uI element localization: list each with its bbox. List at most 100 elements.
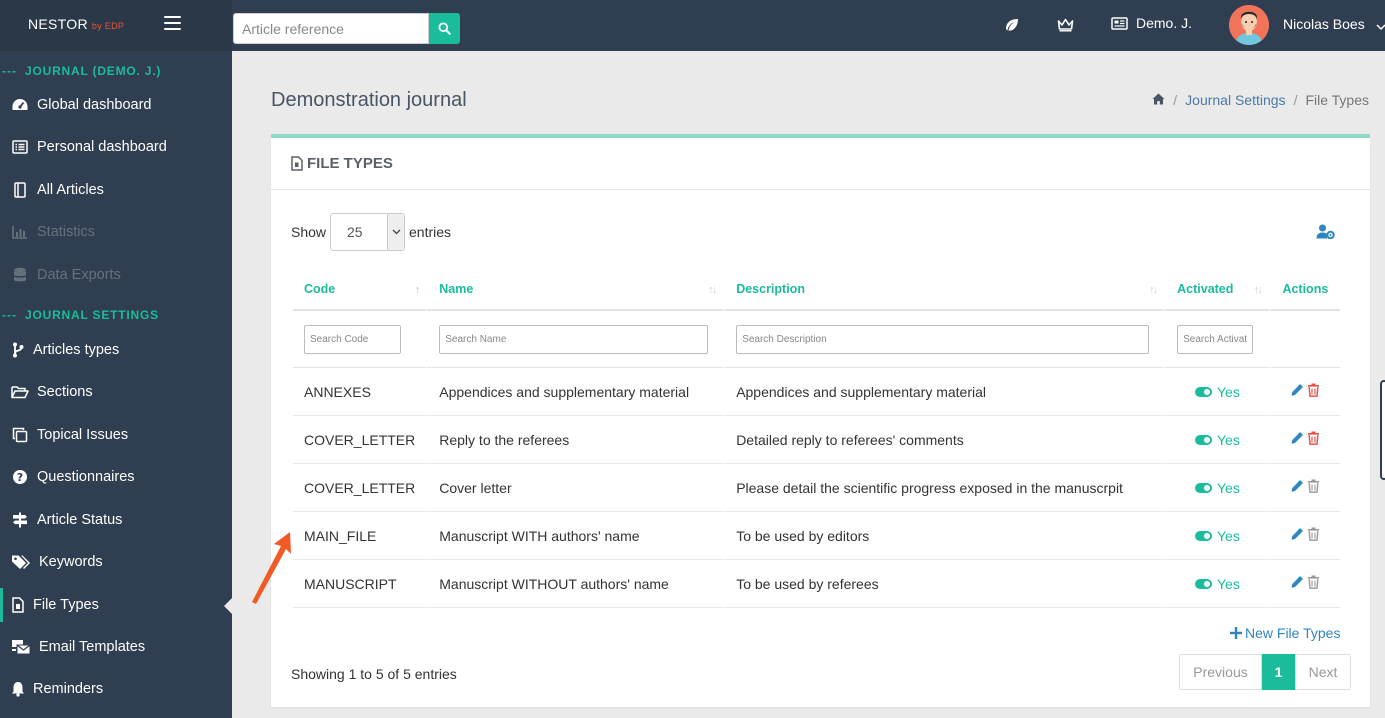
crown-icon[interactable] — [1055, 15, 1075, 35]
bell-icon — [11, 680, 25, 698]
toggle-on-icon — [1195, 482, 1212, 493]
sidebar-item-topical-issues[interactable]: Topical Issues — [0, 418, 232, 452]
sidebar-item-keywords[interactable]: Keywords — [0, 545, 232, 579]
cell-activated: Yes — [1164, 416, 1269, 464]
brand[interactable]: NESTOR by EDP — [0, 0, 232, 51]
cell-actions — [1268, 368, 1340, 416]
activated-toggle[interactable]: Yes — [1195, 576, 1240, 592]
sidebar-heading-journal: --- JOURNAL (DEMO. J.) — [2, 64, 162, 78]
sidebar-item-article-status[interactable]: Article Status — [0, 503, 232, 537]
activated-toggle[interactable]: Yes — [1195, 384, 1240, 400]
search-button[interactable] — [429, 13, 460, 44]
delete-disabled-icon — [1308, 575, 1320, 589]
search-code-input[interactable] — [304, 324, 401, 354]
page-1-button[interactable]: 1 — [1262, 654, 1295, 690]
toggle-on-icon — [1195, 386, 1212, 397]
tags-icon — [11, 553, 31, 571]
menu-toggle-icon[interactable] — [164, 16, 181, 30]
gauge-icon — [11, 96, 29, 114]
annotation-arrow-icon — [250, 530, 294, 609]
edit-icon[interactable] — [1290, 383, 1304, 397]
user-name[interactable]: Nicolas Boes — [1283, 16, 1365, 32]
sidebar-item-reminders[interactable]: Reminders — [0, 672, 232, 706]
edit-icon[interactable] — [1290, 479, 1304, 493]
sidebar-item-label: Data Exports — [37, 267, 121, 283]
copy-icon — [11, 426, 29, 444]
brand-name: NESTOR — [28, 16, 88, 32]
cell-actions — [1268, 464, 1340, 512]
table-row: MANUSCRIPT Manuscript WITHOUT authors' n… — [293, 560, 1340, 608]
table-row: COVER_LETTER Reply to the referees Detai… — [293, 416, 1340, 464]
breadcrumb-journal-settings[interactable]: Journal Settings — [1185, 92, 1285, 108]
show-label: Show — [291, 224, 327, 240]
sidebar: --- JOURNAL (DEMO. J.) Global dashboard P… — [0, 51, 232, 718]
question-circle-icon: ? — [11, 468, 29, 486]
column-header-code[interactable]: Code ↑ — [293, 269, 427, 311]
avatar[interactable] — [1229, 5, 1269, 45]
activated-toggle[interactable]: Yes — [1195, 480, 1240, 496]
sidebar-item-personal-dashboard[interactable]: Personal dashboard — [0, 130, 232, 164]
mail-bulk-icon — [11, 638, 31, 656]
sidebar-item-file-types[interactable]: File Types — [0, 588, 232, 622]
scroll-handle[interactable] — [1380, 380, 1385, 480]
sidebar-item-label: Global dashboard — [37, 97, 152, 113]
cell-name: Reply to the referees — [426, 416, 724, 464]
cell-code: MAIN_FILE — [293, 512, 427, 560]
sidebar-item-sections[interactable]: Sections — [0, 375, 232, 409]
user-cog-icon[interactable] — [1316, 224, 1335, 242]
top-bar: NESTORby EDP Demo. J. Nicolas Boes — [0, 0, 1385, 51]
cell-activated: Yes — [1164, 512, 1269, 560]
column-header-name[interactable]: Name ↑↓ — [426, 269, 724, 311]
edit-icon[interactable] — [1290, 575, 1304, 589]
delete-icon[interactable] — [1307, 431, 1320, 445]
edit-icon[interactable] — [1290, 527, 1304, 541]
edit-icon[interactable] — [1290, 431, 1304, 445]
article-search-input[interactable] — [233, 13, 429, 44]
brand-logo: NESTOR by EDP — [28, 16, 124, 32]
new-file-type-button[interactable]: New File Types — [1230, 625, 1340, 641]
sidebar-item-label: Statistics — [37, 224, 96, 240]
column-header-description[interactable]: Description ↑↓ — [723, 269, 1165, 311]
newspaper-icon — [1111, 16, 1128, 30]
search-description-input[interactable] — [736, 324, 1150, 354]
previous-page-button[interactable]: Previous — [1179, 654, 1262, 690]
activated-toggle[interactable]: Yes — [1195, 432, 1240, 448]
chevron-down-icon[interactable] — [1376, 18, 1385, 34]
next-page-button[interactable]: Next — [1295, 654, 1351, 690]
cell-code: ANNEXES — [293, 368, 427, 416]
sidebar-item-label: Articles types — [33, 342, 120, 358]
svg-text:?: ? — [17, 471, 23, 484]
activated-toggle[interactable]: Yes — [1195, 528, 1240, 544]
file-archive-icon — [291, 156, 303, 171]
table-row: MAIN_FILE Manuscript WITH authors' name … — [293, 512, 1340, 560]
sidebar-item-label: Sections — [37, 384, 93, 400]
sort-icon: ↑↓ — [708, 284, 717, 296]
toggle-on-icon — [1195, 578, 1212, 589]
sidebar-item-questionnaires[interactable]: ? Questionnaires — [0, 460, 232, 494]
journal-switcher[interactable]: Demo. J. — [1111, 15, 1192, 31]
sidebar-item-global-dashboard[interactable]: Global dashboard — [0, 88, 232, 122]
cell-name: Manuscript WITHOUT authors' name — [426, 560, 724, 608]
delete-icon[interactable] — [1307, 383, 1320, 397]
cell-actions — [1268, 512, 1340, 560]
search-name-input[interactable] — [439, 324, 709, 354]
sidebar-item-label: Questionnaires — [37, 469, 135, 485]
folder-open-icon — [11, 383, 29, 401]
table-row: COVER_LETTER Cover letter Please detail … — [293, 464, 1340, 512]
table-info: Showing 1 to 5 of 5 entries — [291, 666, 457, 682]
sidebar-item-email-templates[interactable]: Email Templates — [0, 630, 232, 664]
sidebar-item-articles-types[interactable]: Articles types — [0, 333, 232, 367]
breadcrumb: / Journal Settings / File Types — [1152, 92, 1369, 108]
brand-sub: by EDP — [91, 21, 125, 31]
sidebar-item-all-articles[interactable]: All Articles — [0, 173, 232, 207]
cell-name: Appendices and supplementary material — [426, 368, 724, 416]
sidebar-item-label: File Types — [33, 597, 99, 613]
active-indicator — [224, 597, 233, 615]
cell-description: To be used by referees — [723, 560, 1165, 608]
search-activated-input[interactable] — [1177, 324, 1254, 354]
page-size-select[interactable]: 25 — [330, 213, 405, 251]
leaf-icon[interactable] — [1002, 15, 1022, 35]
home-icon[interactable] — [1152, 92, 1165, 108]
column-header-activated[interactable]: Activated ↑↓ — [1164, 269, 1269, 311]
cell-code: MANUSCRIPT — [293, 560, 427, 608]
